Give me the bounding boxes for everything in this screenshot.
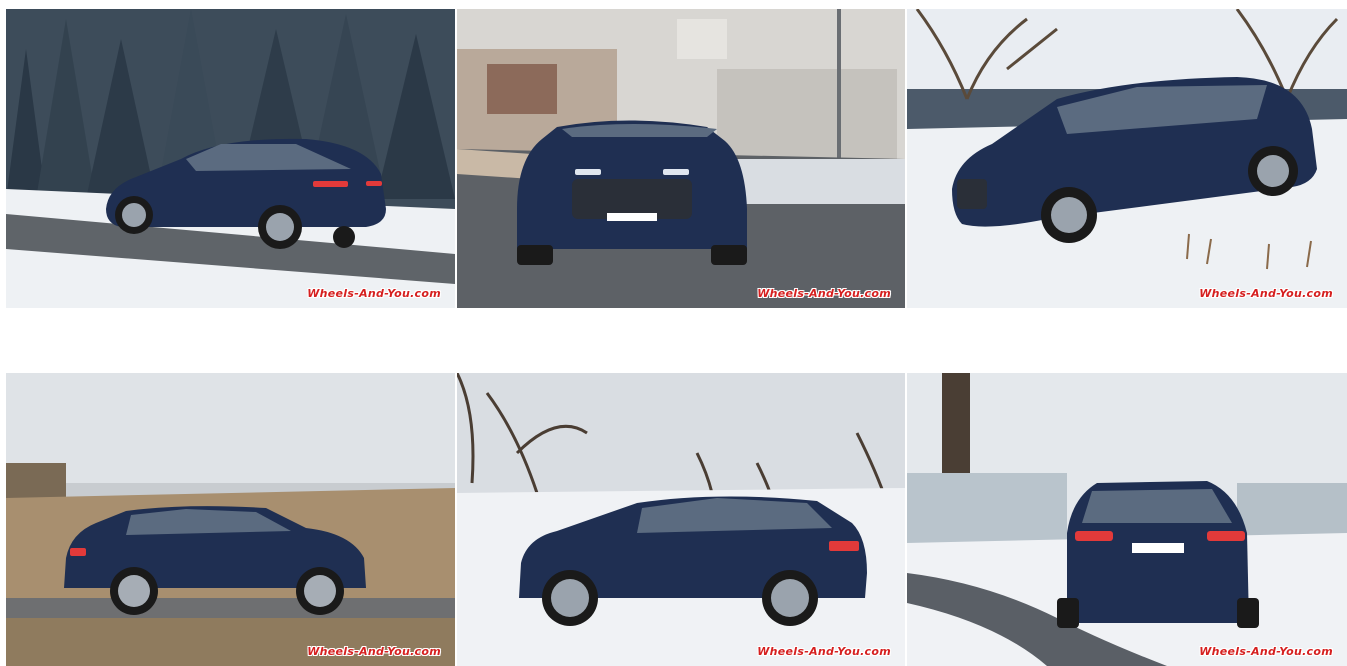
photo-6-image [907, 373, 1347, 666]
gallery-photo-4[interactable]: Wheels-And-You.com [6, 373, 455, 666]
watermark-text: Wheels-And-You.com [1199, 287, 1333, 300]
photo-3-image [907, 9, 1347, 308]
photo-5-image [457, 373, 905, 666]
watermark-text: Wheels-And-You.com [757, 287, 891, 300]
gallery-photo-2[interactable]: Wheels-And-You.com [457, 9, 905, 308]
photo-4-image [6, 373, 455, 666]
gallery-photo-1[interactable]: Wheels-And-You.com [6, 9, 455, 308]
gallery-photo-5[interactable]: Wheels-And-You.com [457, 373, 905, 666]
watermark-text: Wheels-And-You.com [307, 645, 441, 658]
photo-gallery: Wheels-And-You.com Wheels-And-You.com Wh… [0, 0, 1347, 666]
watermark-text: Wheels-And-You.com [757, 645, 891, 658]
photo-1-image [6, 9, 455, 308]
watermark-text: Wheels-And-You.com [1199, 645, 1333, 658]
watermark-text: Wheels-And-You.com [307, 287, 441, 300]
photo-2-image [457, 9, 905, 308]
gallery-photo-3[interactable]: Wheels-And-You.com [907, 9, 1347, 308]
gallery-photo-6[interactable]: Wheels-And-You.com [907, 373, 1347, 666]
